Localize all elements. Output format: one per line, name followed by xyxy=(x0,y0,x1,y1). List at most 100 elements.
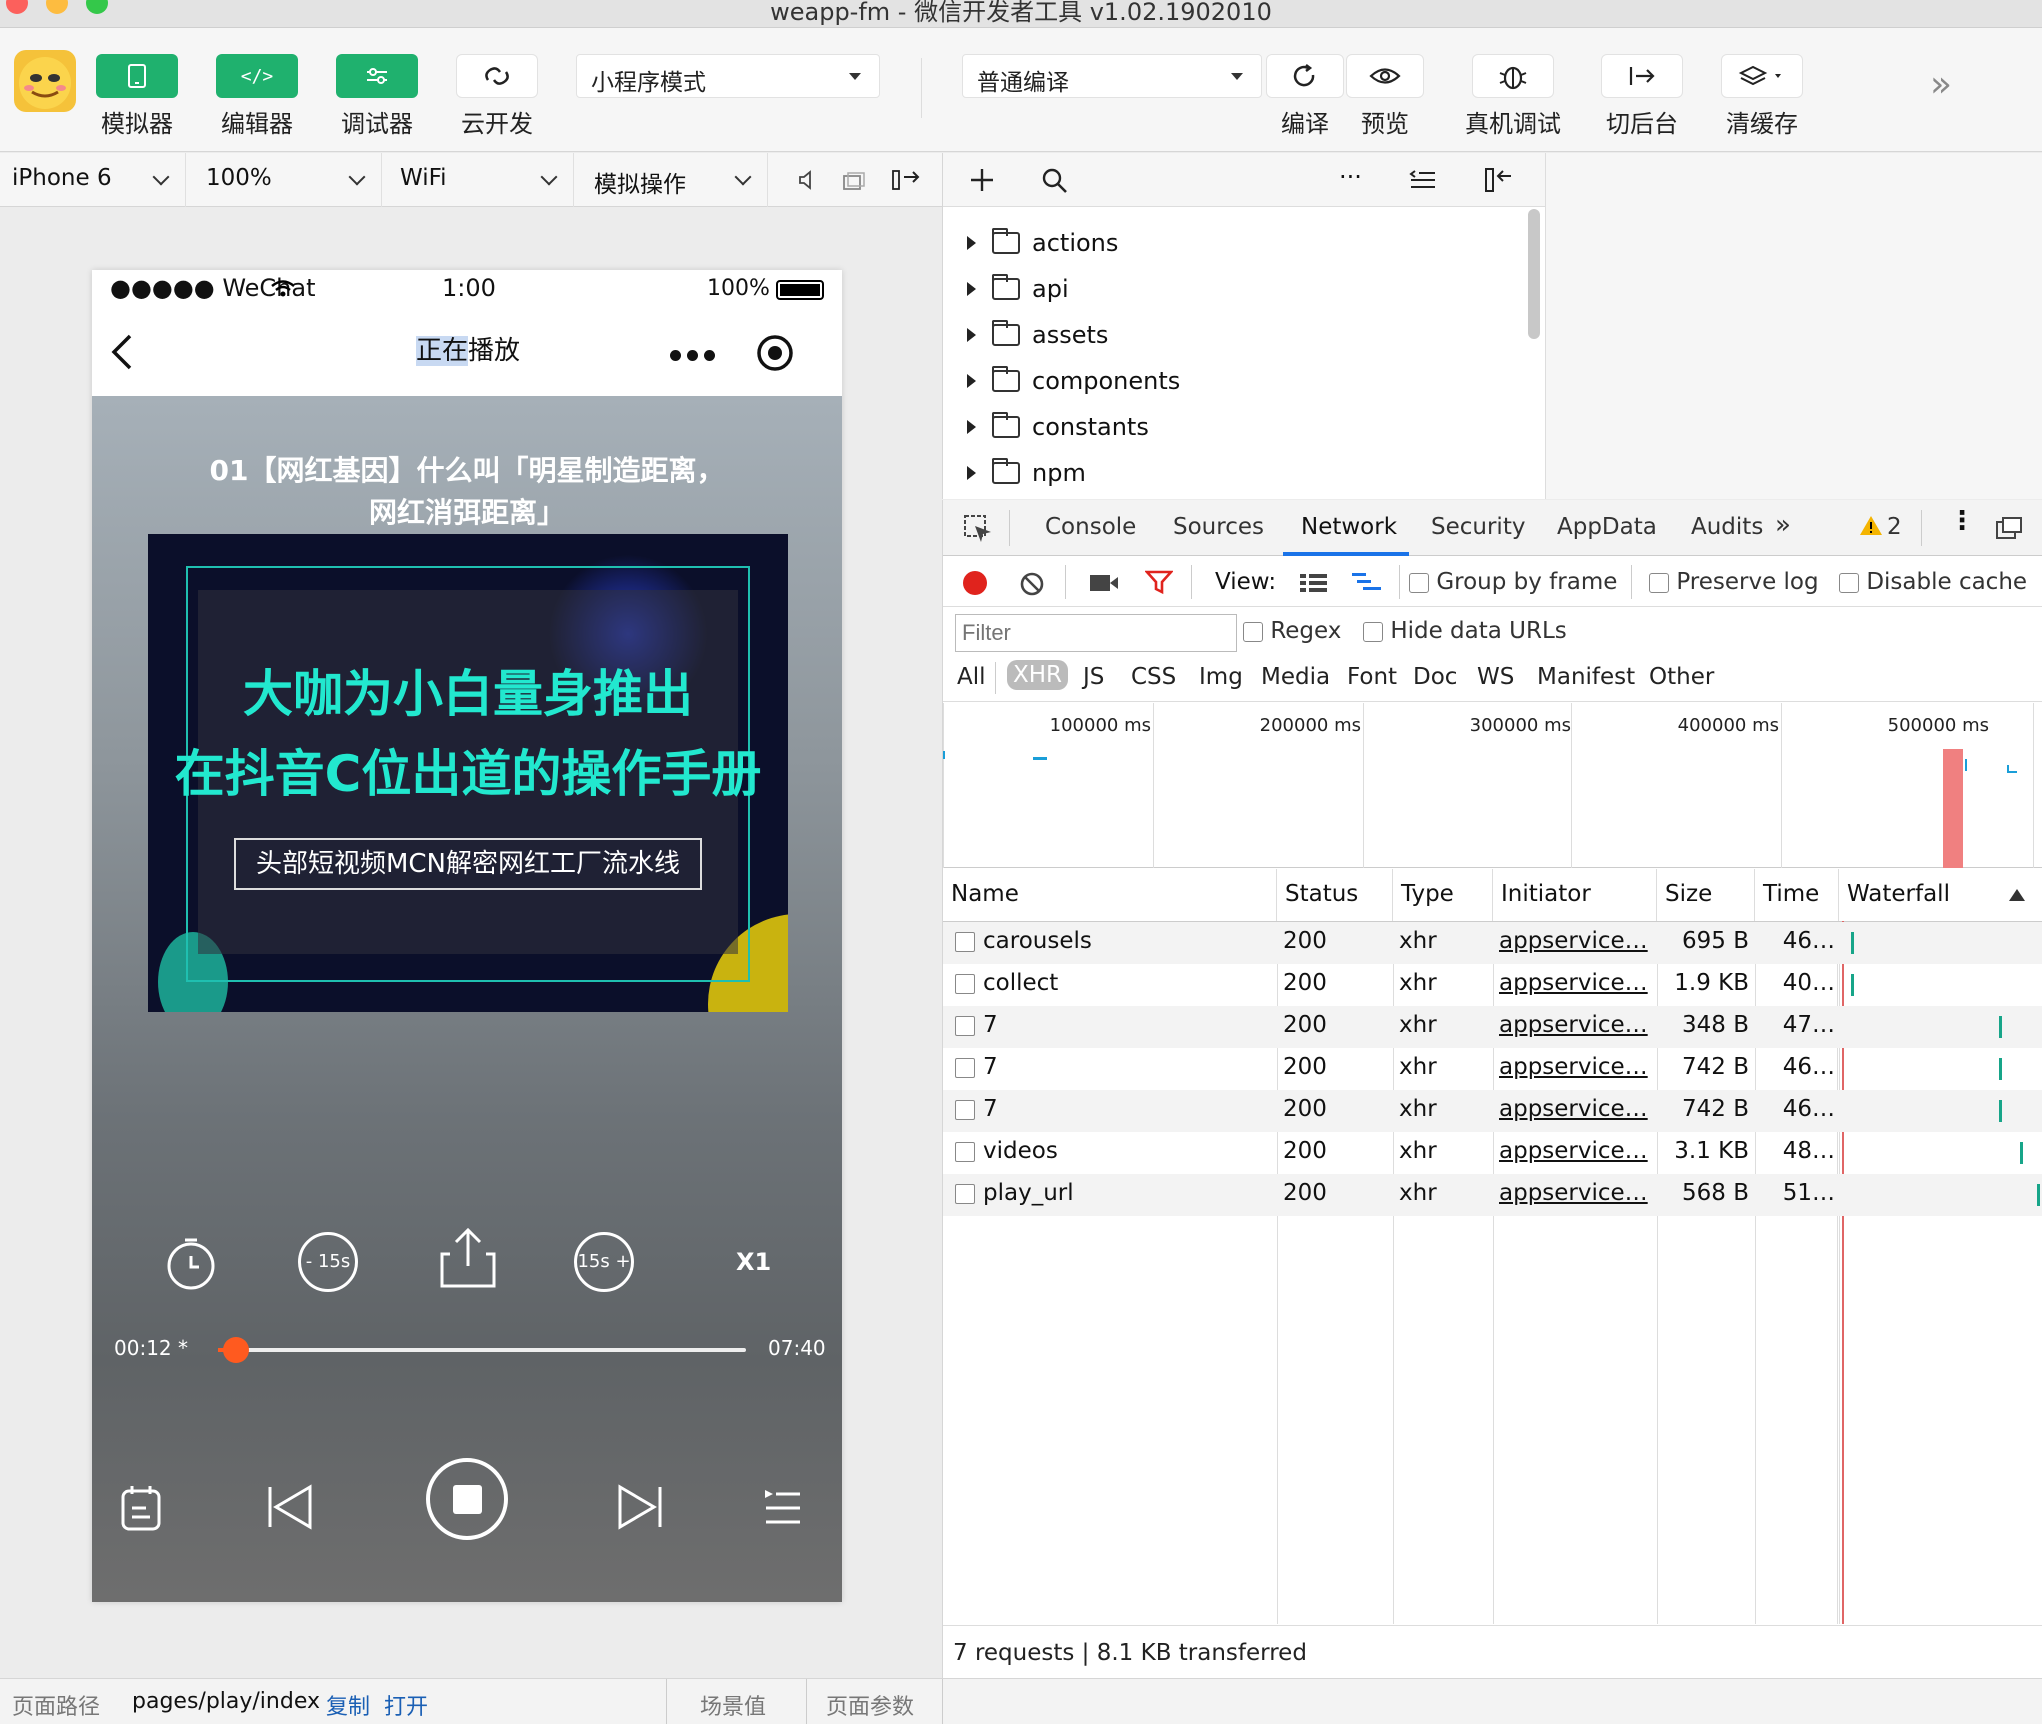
cloud-button[interactable] xyxy=(456,54,538,98)
folder-item[interactable]: actions xyxy=(967,223,1118,263)
folder-item[interactable]: assets xyxy=(967,315,1108,355)
clear-icon[interactable] xyxy=(1019,571,1045,597)
regex-option[interactable]: Regex xyxy=(1243,618,1341,644)
group-by-frame-option[interactable]: Group by frame xyxy=(1409,569,1617,595)
table-row[interactable]: 7 200 xhr appservice… 742 B 46… xyxy=(943,1090,2042,1132)
share-icon[interactable] xyxy=(436,1226,500,1292)
editor-button[interactable]: </> xyxy=(216,54,298,98)
simulator-button[interactable] xyxy=(96,54,178,98)
copy-link[interactable]: 复制 xyxy=(326,1689,370,1721)
waterfall-view-icon[interactable] xyxy=(1351,571,1383,595)
back-icon[interactable] xyxy=(110,332,134,372)
type-css[interactable]: CSS xyxy=(1131,664,1176,690)
hide-data-urls-option[interactable]: Hide data URLs xyxy=(1363,618,1567,644)
table-row[interactable]: carousels 200 xhr appservice… 695 B 46… xyxy=(943,922,2042,964)
compile-button[interactable] xyxy=(1266,54,1344,98)
tab-audits[interactable]: Audits xyxy=(1691,514,1763,540)
progress-track[interactable] xyxy=(218,1337,746,1363)
open-link[interactable]: 打开 xyxy=(384,1689,428,1721)
tab-network[interactable]: Network xyxy=(1301,514,1397,540)
type-js[interactable]: JS xyxy=(1083,664,1104,690)
col-time[interactable]: Time xyxy=(1755,869,1839,921)
detach-icon[interactable] xyxy=(890,167,922,193)
collapse-all-icon[interactable] xyxy=(1409,169,1437,191)
table-row[interactable]: 7 200 xhr appservice… 742 B 46… xyxy=(943,1048,2042,1090)
row-initiator[interactable]: appservice… xyxy=(1499,1054,1649,1080)
type-manifest[interactable]: Manifest xyxy=(1537,664,1635,690)
group-by-frame-checkbox[interactable] xyxy=(1409,572,1429,593)
more-chevron-icon[interactable]: » xyxy=(1930,64,1952,105)
folder-item[interactable]: npm xyxy=(967,453,1086,493)
list-view-icon[interactable] xyxy=(1299,571,1329,595)
type-media[interactable]: Media xyxy=(1261,664,1330,690)
scene-value[interactable]: 场景值 xyxy=(700,1689,766,1721)
hide-data-urls-checkbox[interactable] xyxy=(1363,621,1383,642)
row-initiator[interactable]: appservice… xyxy=(1499,928,1649,954)
row-initiator[interactable]: appservice… xyxy=(1499,1012,1649,1038)
rewind-15s-button[interactable]: - 15s xyxy=(298,1232,358,1292)
tab-security[interactable]: Security xyxy=(1431,514,1525,540)
capsule-close-icon[interactable] xyxy=(756,334,794,372)
page-params[interactable]: 页面参数 xyxy=(826,1689,914,1721)
progress-knob[interactable] xyxy=(222,1337,249,1363)
tab-sources[interactable]: Sources xyxy=(1173,514,1264,540)
row-initiator[interactable]: appservice… xyxy=(1499,1096,1649,1122)
col-waterfall[interactable]: Waterfall xyxy=(1839,869,2042,921)
warning-icon[interactable] xyxy=(1859,514,1883,536)
col-initiator[interactable]: Initiator xyxy=(1493,869,1657,921)
stop-button[interactable] xyxy=(426,1458,508,1540)
col-size[interactable]: Size xyxy=(1657,869,1755,921)
next-track-icon[interactable] xyxy=(616,1484,664,1530)
zoom-select[interactable]: 100% xyxy=(194,153,382,207)
dock-icon[interactable] xyxy=(1483,165,1515,195)
type-doc[interactable]: Doc xyxy=(1413,664,1457,690)
network-select[interactable]: WiFi xyxy=(388,153,574,207)
simulate-select[interactable]: 模拟操作 xyxy=(582,153,768,207)
playlist-note-icon[interactable] xyxy=(120,1484,162,1532)
avatar[interactable] xyxy=(14,50,76,112)
forward-15s-button[interactable]: 15s + xyxy=(574,1232,634,1292)
debugger-button[interactable] xyxy=(336,54,418,98)
more-icon[interactable]: ··· xyxy=(1339,163,1362,191)
col-type[interactable]: Type xyxy=(1393,869,1493,921)
filter-input[interactable] xyxy=(955,614,1237,652)
playlist-icon[interactable] xyxy=(762,1488,802,1528)
speed-button[interactable]: X1 xyxy=(736,1248,771,1276)
search-icon[interactable] xyxy=(1041,167,1069,195)
row-initiator[interactable]: appservice… xyxy=(1499,970,1649,996)
speaker-icon[interactable] xyxy=(796,169,816,191)
mode-select[interactable]: 小程序模式 xyxy=(576,54,880,98)
more-dots-icon[interactable] xyxy=(670,350,716,362)
undock-icon[interactable] xyxy=(1995,516,2023,540)
clear-cache-button[interactable] xyxy=(1721,54,1803,98)
remote-debug-button[interactable] xyxy=(1472,54,1554,98)
preserve-log-checkbox[interactable] xyxy=(1649,572,1669,593)
col-status[interactable]: Status xyxy=(1277,869,1393,921)
row-initiator[interactable]: appservice… xyxy=(1499,1180,1649,1206)
col-name[interactable]: Name xyxy=(943,869,1277,921)
tab-appdata[interactable]: AppData xyxy=(1557,514,1657,540)
type-other[interactable]: Other xyxy=(1649,664,1714,690)
type-ws[interactable]: WS xyxy=(1477,664,1514,690)
table-row[interactable]: play_url 200 xhr appservice… 568 B 51… xyxy=(943,1174,2042,1216)
record-button[interactable] xyxy=(963,571,987,595)
add-icon[interactable] xyxy=(969,167,995,193)
type-img[interactable]: Img xyxy=(1199,664,1243,690)
preserve-log-option[interactable]: Preserve log xyxy=(1649,569,1819,595)
device-select[interactable]: iPhone 6 xyxy=(0,153,186,207)
row-initiator[interactable]: appservice… xyxy=(1499,1138,1649,1164)
previous-track-icon[interactable] xyxy=(266,1484,314,1530)
disable-cache-option[interactable]: Disable cache xyxy=(1839,569,2027,595)
filter-icon[interactable] xyxy=(1145,569,1173,595)
tab-console[interactable]: Console xyxy=(1045,514,1136,540)
type-font[interactable]: Font xyxy=(1347,664,1397,690)
window-icon[interactable] xyxy=(842,171,866,191)
kebab-menu-icon[interactable]: ⋮ xyxy=(1949,506,1975,536)
compile-mode-select[interactable]: 普通编译 xyxy=(962,54,1262,98)
inspect-element-icon[interactable] xyxy=(963,514,993,544)
type-all[interactable]: All xyxy=(957,664,986,690)
table-row[interactable]: collect 200 xhr appservice… 1.9 KB 40… xyxy=(943,964,2042,1006)
table-row[interactable]: videos 200 xhr appservice… 3.1 KB 48… xyxy=(943,1132,2042,1174)
preview-button[interactable] xyxy=(1346,54,1424,98)
disable-cache-checkbox[interactable] xyxy=(1839,572,1859,593)
